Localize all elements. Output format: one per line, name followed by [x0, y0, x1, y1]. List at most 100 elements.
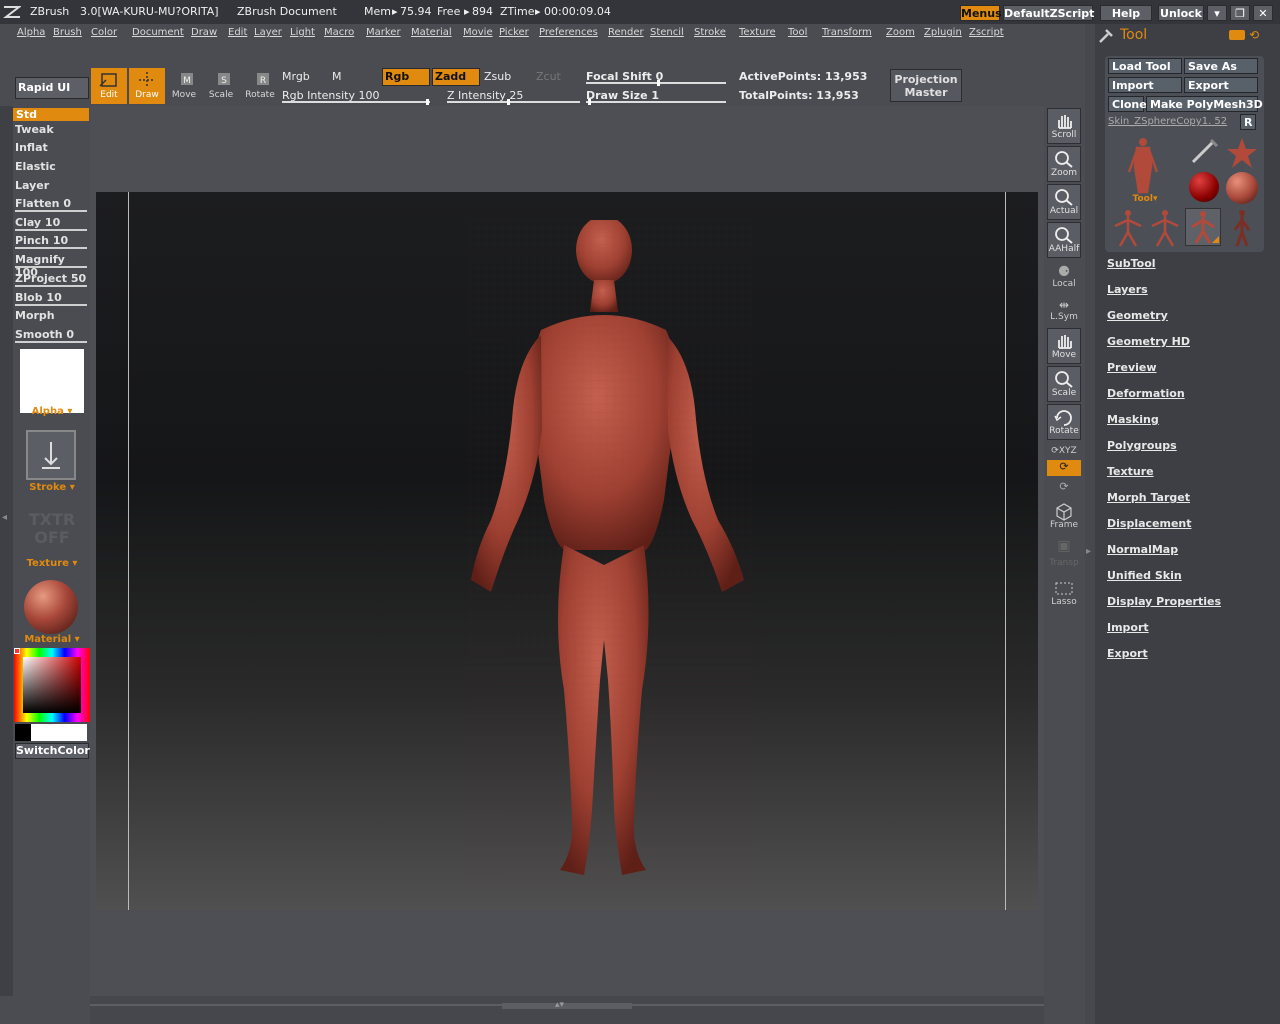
draw-mode-button[interactable]: Draw — [129, 68, 165, 104]
skin-figure-dark-icon[interactable] — [1225, 208, 1259, 251]
menu-geometry-hd[interactable]: Geometry HD — [1107, 335, 1190, 348]
menu-material[interactable]: Material — [411, 27, 452, 38]
rgb-intensity-track[interactable] — [282, 101, 430, 103]
draw-size-knob[interactable] — [588, 99, 591, 105]
right-tray-handle[interactable]: ▸ — [1085, 24, 1095, 1024]
move-view-button[interactable]: Move — [1047, 328, 1081, 364]
menu-macro[interactable]: Macro — [324, 27, 354, 38]
unlock-button[interactable]: Unlock — [1158, 5, 1204, 21]
rapid-ui-button[interactable]: Rapid UI — [15, 77, 89, 99]
menu-marker[interactable]: Marker — [366, 27, 401, 38]
star-tool-icon[interactable] — [1225, 136, 1259, 173]
import-button[interactable]: Import — [1108, 77, 1182, 93]
menu-layers[interactable]: Layers — [1107, 283, 1148, 296]
menu-unified-skin[interactable]: Unified Skin — [1107, 569, 1182, 582]
menu-tool-import[interactable]: Import — [1107, 621, 1149, 634]
mrgb-button[interactable]: Mrgb — [282, 70, 310, 83]
xyz-button[interactable]: ⟳XYZ — [1044, 446, 1084, 456]
restore-icon[interactable]: ❐ — [1230, 5, 1250, 21]
menu-render[interactable]: Render — [608, 27, 644, 38]
menu-stencil[interactable]: Stencil — [650, 27, 684, 38]
pinch-slider-track[interactable] — [15, 247, 87, 249]
tool-thumbnail-current[interactable] — [1125, 136, 1161, 196]
focal-shift-track[interactable] — [586, 82, 726, 84]
rotate-y-button[interactable]: ⟳ — [1047, 460, 1081, 476]
menu-edit[interactable]: Edit — [228, 27, 247, 38]
menu-zplugin[interactable]: Zplugin — [924, 27, 962, 38]
color-picker-cursor[interactable] — [14, 648, 20, 654]
clay-slider-track[interactable] — [15, 229, 87, 231]
minimize-icon[interactable]: ▾ — [1207, 5, 1227, 21]
secondary-color-swatch[interactable] — [15, 724, 31, 741]
human-model[interactable] — [446, 220, 766, 895]
menu-layer[interactable]: Layer — [254, 27, 282, 38]
menu-subtool[interactable]: SubTool — [1107, 257, 1156, 270]
brush-inflat[interactable]: Inflat — [15, 141, 48, 154]
aahalf-button[interactable]: AAHalf — [1047, 222, 1081, 258]
scroll-button[interactable]: Scroll — [1047, 108, 1081, 144]
menu-display-properties[interactable]: Display Properties — [1107, 595, 1221, 608]
panel-toggle-icon[interactable] — [1229, 30, 1245, 40]
scale-view-button[interactable]: Scale — [1047, 366, 1081, 402]
blob-slider-track[interactable] — [15, 304, 87, 306]
zoom-button[interactable]: Zoom — [1047, 146, 1081, 182]
save-as-button[interactable]: Save As — [1184, 58, 1258, 74]
menu-preview[interactable]: Preview — [1107, 361, 1157, 374]
projection-master-button[interactable]: Projection Master — [890, 69, 962, 102]
menu-normalmap[interactable]: NormalMap — [1107, 543, 1178, 556]
help-button[interactable]: Help — [1100, 5, 1152, 21]
rotate-z-button[interactable]: ⟳ — [1047, 480, 1081, 494]
zsphere-figure-2-icon[interactable] — [1148, 208, 1182, 251]
simple-brush-icon[interactable] — [1189, 138, 1221, 169]
rotate-mode-button[interactable]: R Rotate — [242, 68, 278, 104]
switch-color-button[interactable]: SwitchColor — [15, 743, 90, 759]
zsub-button[interactable]: Zsub — [484, 70, 511, 83]
menu-tool-export[interactable]: Export — [1107, 647, 1148, 660]
scale-mode-button[interactable]: S Scale — [203, 68, 239, 104]
transp-button[interactable]: ▣ — [1047, 538, 1081, 560]
zcut-button[interactable]: Zcut — [536, 70, 561, 83]
menu-deformation[interactable]: Deformation — [1107, 387, 1185, 400]
menu-preferences[interactable]: Preferences — [539, 27, 598, 38]
sphere3d-tool-icon[interactable] — [1226, 172, 1258, 204]
menu-masking[interactable]: Masking — [1107, 413, 1159, 426]
tool-dropdown[interactable]: Tool▾ — [1125, 194, 1165, 204]
rgb-button[interactable]: Rgb — [382, 68, 430, 86]
flatten-slider-track[interactable] — [15, 210, 87, 212]
brush-pinch[interactable]: Pinch 10 — [15, 234, 68, 247]
zsphere-figure-icon[interactable] — [1111, 208, 1145, 251]
draw-size-track[interactable] — [586, 101, 726, 103]
rotate-view-button[interactable]: Rotate — [1047, 404, 1081, 440]
menu-document[interactable]: Document — [132, 27, 184, 38]
skin-zsphere-tool-selected[interactable] — [1185, 208, 1221, 246]
panel-reset-icon[interactable]: ⟲ — [1249, 28, 1259, 42]
bottom-tray-handle[interactable] — [502, 1003, 632, 1009]
edit-mode-button[interactable]: Edit — [91, 68, 127, 104]
focal-shift-knob[interactable] — [657, 80, 660, 86]
menu-draw[interactable]: Draw — [191, 27, 217, 38]
menu-picker[interactable]: Picker — [499, 27, 529, 38]
zproject-slider-track[interactable] — [15, 285, 87, 287]
menu-alpha[interactable]: Alpha — [17, 27, 45, 38]
menu-texture[interactable]: Texture — [739, 27, 776, 38]
m-button[interactable]: M — [332, 70, 342, 83]
material-sphere-thumbnail[interactable] — [24, 580, 78, 634]
menu-brush[interactable]: Brush — [53, 27, 82, 38]
texture-off-thumbnail[interactable]: TXTR OFF — [20, 511, 84, 547]
zadd-button[interactable]: Zadd — [432, 68, 480, 86]
export-button[interactable]: Export — [1184, 77, 1258, 93]
z-intensity-knob[interactable] — [507, 99, 510, 105]
stroke-button[interactable]: Stroke ▾ — [20, 482, 84, 493]
material-button[interactable]: Material ▾ — [20, 634, 84, 645]
current-tool-slider[interactable]: Skin_ZSphereCopy1. 52 — [1108, 116, 1238, 127]
lsym-icon[interactable]: ⇹ — [1047, 298, 1081, 312]
brush-morph[interactable]: Morph — [15, 309, 55, 322]
alpha-button[interactable]: Alpha ▾ — [20, 406, 84, 417]
menu-movie[interactable]: Movie — [463, 27, 493, 38]
brush-tweak[interactable]: Tweak — [15, 123, 54, 136]
document-viewport[interactable] — [96, 192, 1038, 910]
brush-elastic[interactable]: Elastic — [15, 160, 56, 173]
menu-transform[interactable]: Transform — [822, 27, 872, 38]
alpha-thumbnail[interactable] — [20, 349, 84, 413]
close-icon[interactable]: ✕ — [1253, 5, 1273, 21]
